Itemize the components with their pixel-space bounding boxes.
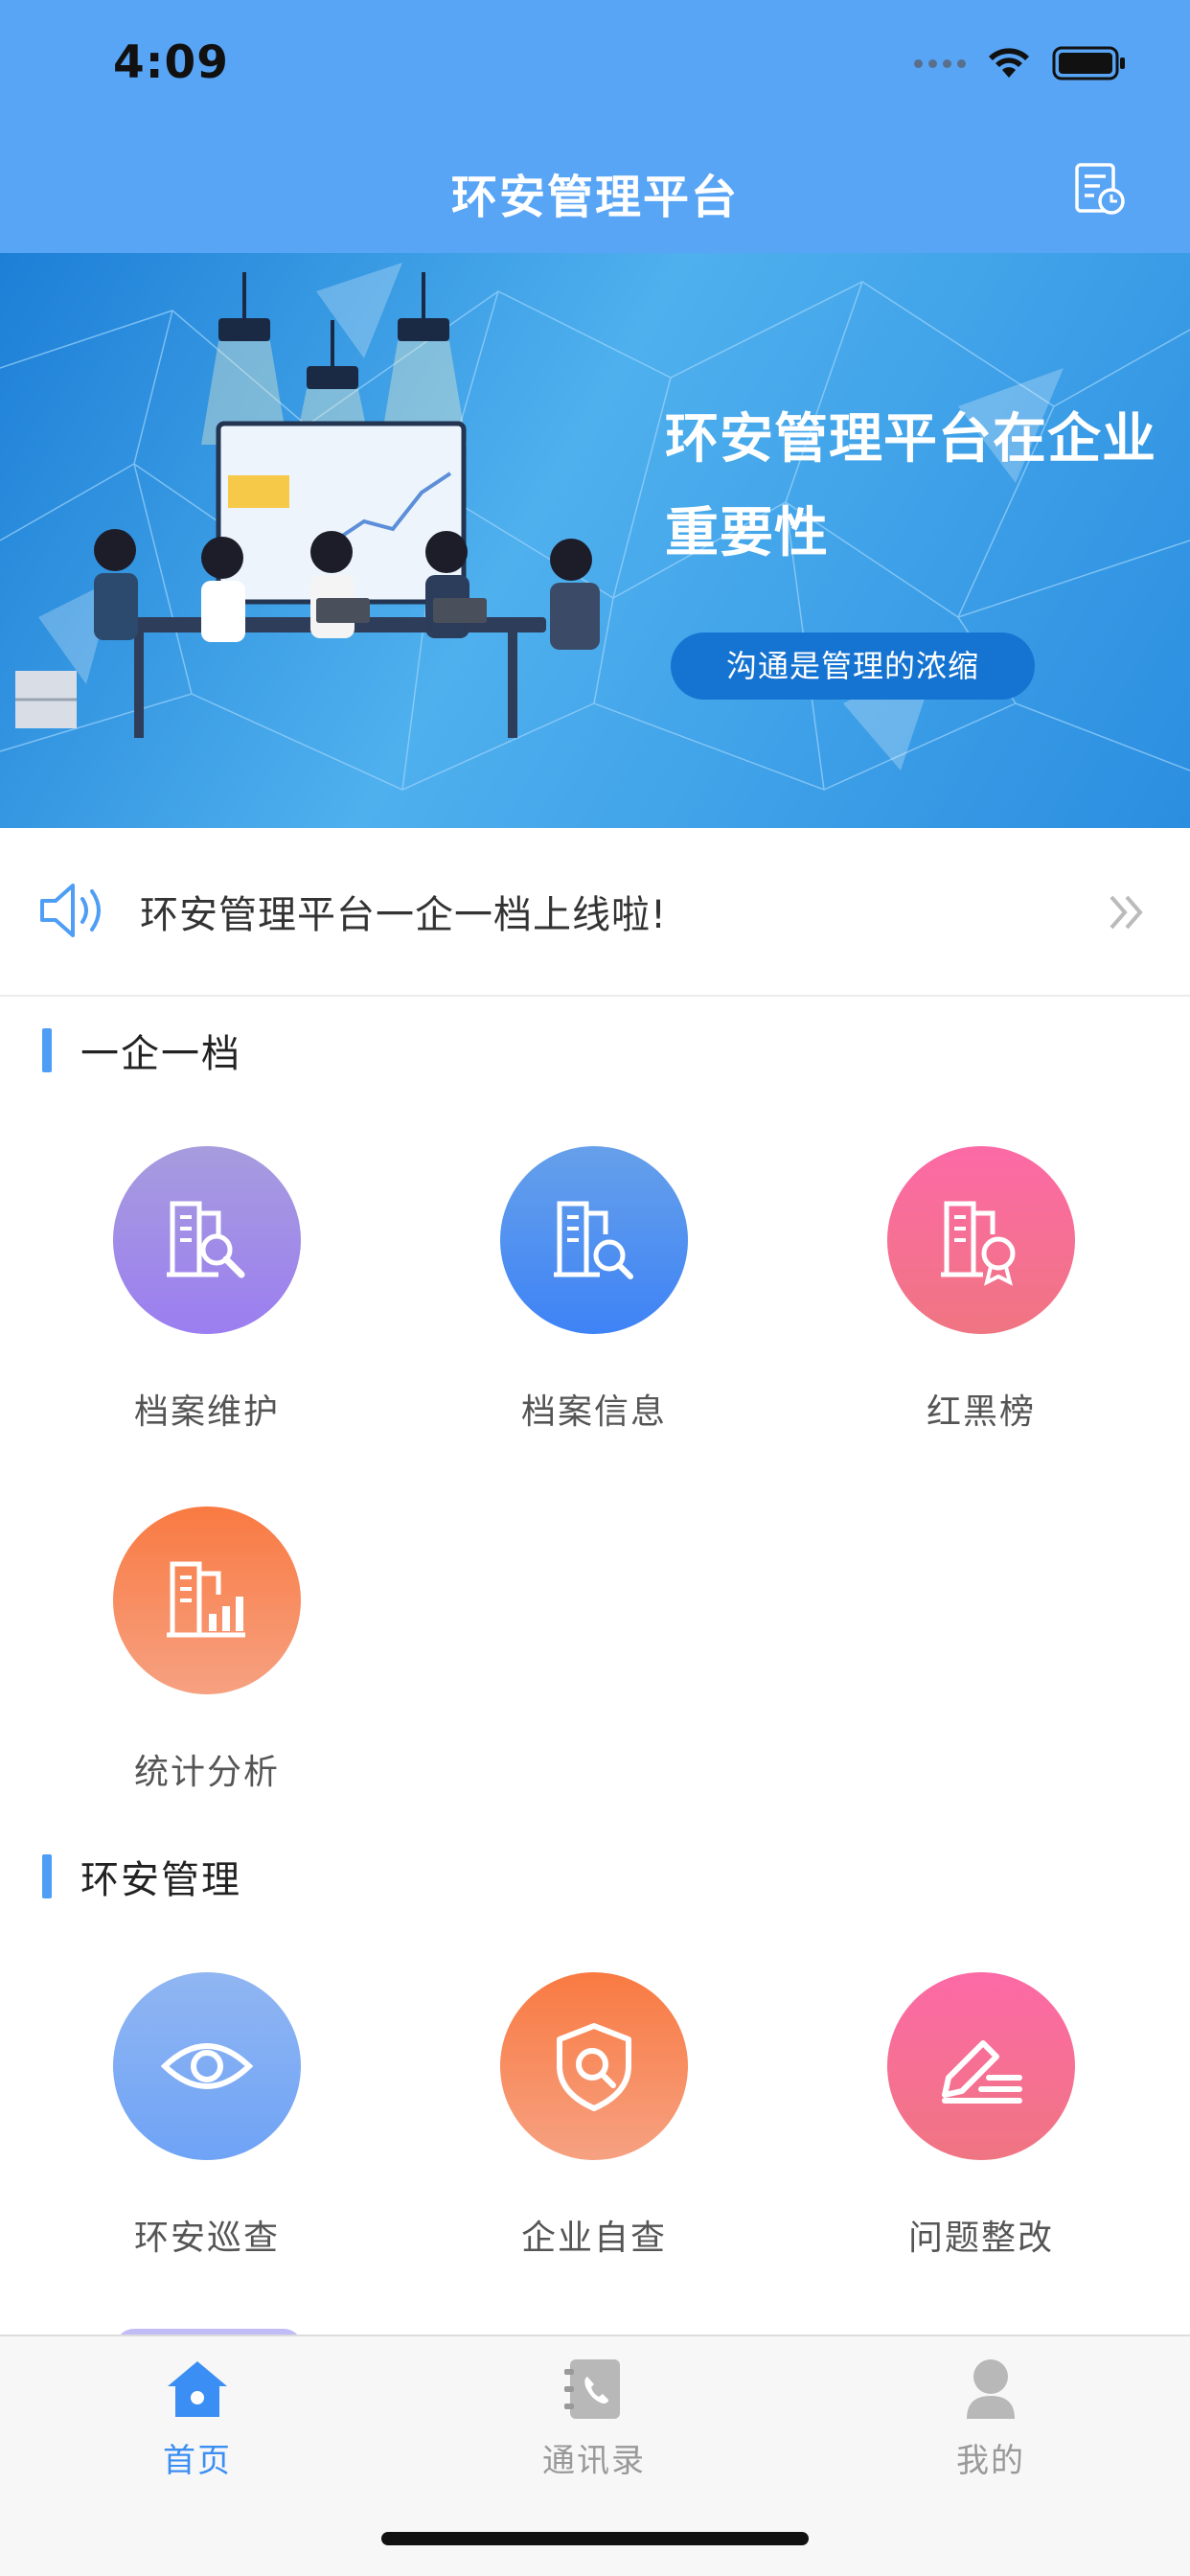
tile-ehs-inspection[interactable]: 环安巡查 <box>63 1972 351 2279</box>
tab-label: 通讯录 <box>542 2442 646 2480</box>
tile-issue-rectification[interactable]: 问题整改 <box>837 1972 1125 2279</box>
tab-label: 首页 <box>163 2442 232 2480</box>
tile-label: 统计分析 <box>133 1753 280 1792</box>
banner-headline: 环安管理平台在企业 重要性 <box>665 393 1182 581</box>
status-time: 4:09 <box>113 36 229 89</box>
wifi-icon <box>989 48 1029 78</box>
speaker-icon <box>40 884 101 937</box>
notice-bar[interactable]: 环安管理平台一企一档上线啦! <box>0 828 1190 997</box>
tab-home[interactable]: 首页 <box>82 2356 312 2481</box>
cellular-signal-icon <box>914 58 966 68</box>
eye-icon <box>113 1972 301 2160</box>
app-header: 4:09 环安管理平台 <box>0 0 1190 253</box>
document-clock-icon[interactable] <box>1071 161 1127 217</box>
tile-red-black-list[interactable]: 红黑榜 <box>837 1146 1125 1453</box>
archive-magnify-icon <box>500 1146 688 1334</box>
page-title: 环安管理平台 <box>450 171 739 224</box>
tile-self-inspection[interactable]: 企业自查 <box>450 1972 738 2279</box>
tab-contacts[interactable]: 通讯录 <box>479 2356 709 2481</box>
tab-profile[interactable]: 我的 <box>876 2356 1106 2481</box>
archive-badge-icon <box>887 1146 1075 1334</box>
tile-label: 档案维护 <box>133 1392 280 1432</box>
home-indicator <box>381 2532 809 2545</box>
section-header-archive: 一企一档 <box>42 1027 241 1076</box>
tile-archive-maintenance[interactable]: 档案维护 <box>63 1146 351 1453</box>
tile-statistics[interactable]: 统计分析 <box>63 1506 351 1813</box>
promo-banner[interactable]: 环安管理平台在企业 重要性 沟通是管理的浓缩 <box>0 253 1190 828</box>
status-icons <box>914 46 1127 80</box>
pen-list-icon <box>887 1972 1075 2160</box>
section-accent-bar <box>42 1028 52 1072</box>
archive-search-icon <box>113 1146 301 1334</box>
tile-label: 环安巡查 <box>133 2219 280 2258</box>
tile-archive-info[interactable]: 档案信息 <box>450 1146 738 1453</box>
banner-slogan-pill: 沟通是管理的浓缩 <box>671 632 1035 700</box>
home-icon <box>168 2361 227 2417</box>
shield-search-icon <box>500 1972 688 2160</box>
section-header-ehs: 环安管理 <box>42 1853 241 1902</box>
contacts-book-icon <box>564 2359 620 2419</box>
section-title: 一企一档 <box>80 1032 241 1076</box>
tile-label: 问题整改 <box>907 2219 1054 2258</box>
section-accent-bar <box>42 1854 52 1898</box>
tab-label: 我的 <box>956 2442 1025 2480</box>
double-chevron-right-icon[interactable] <box>1106 891 1148 933</box>
section-title: 环安管理 <box>80 1858 241 1902</box>
banner-headline-line2: 重要性 <box>665 502 829 564</box>
tile-label: 企业自查 <box>520 2219 667 2258</box>
banner-headline-line1: 环安管理平台在企业 <box>665 408 1156 471</box>
user-icon <box>967 2359 1015 2419</box>
battery-icon <box>1052 46 1125 80</box>
archive-chart-icon <box>113 1506 301 1694</box>
tile-label: 档案信息 <box>520 1392 667 1432</box>
tile-label: 红黑榜 <box>926 1392 1036 1432</box>
notice-text: 环安管理平台一企一档上线啦! <box>140 893 668 937</box>
